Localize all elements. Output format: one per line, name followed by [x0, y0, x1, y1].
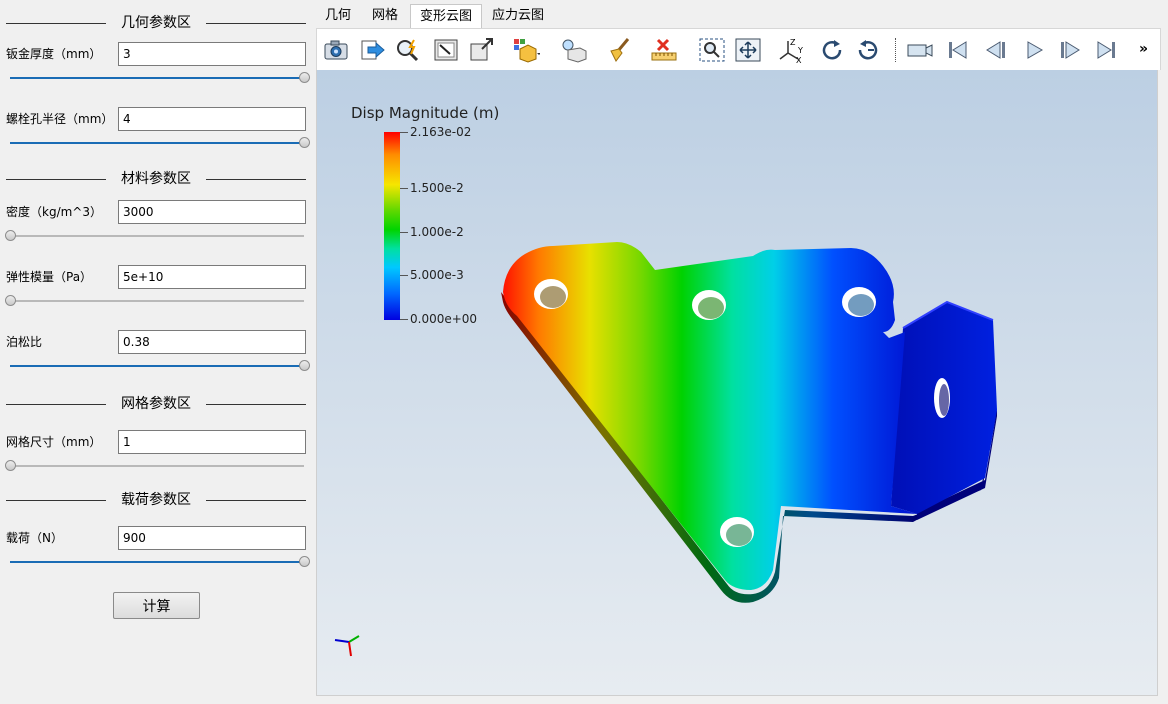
mesh-section-header: 网格参数区: [6, 396, 306, 412]
svg-text:Y: Y: [797, 46, 803, 55]
slider-handle[interactable]: [299, 556, 310, 567]
ruler-delete-icon[interactable]: [649, 36, 679, 64]
render-view-icon[interactable]: [511, 36, 541, 64]
viewer-toolbar: ZYX »: [316, 28, 1161, 70]
divider: [6, 23, 106, 24]
slider-handle[interactable]: [299, 137, 310, 148]
load-section-header: 载荷参数区: [6, 492, 306, 508]
divider: [206, 23, 306, 24]
load-label: 载荷（N）: [6, 531, 63, 545]
clear-icon[interactable]: [605, 36, 635, 64]
thickness-label: 钣金厚度（mm）: [6, 47, 102, 61]
record-icon[interactable]: [905, 36, 935, 64]
calculate-button[interactable]: 计算: [113, 592, 200, 619]
hole-radius-label: 螺栓孔半径（mm）: [6, 112, 114, 126]
app-window: 几何参数区 钣金厚度（mm） 螺栓孔半径（mm） 材料参数区 密度（kg/m^3…: [0, 0, 1168, 704]
section-title: 几何参数区: [121, 15, 191, 31]
slider-handle[interactable]: [5, 460, 16, 471]
divider: [6, 404, 106, 405]
reset-view-icon[interactable]: [431, 36, 461, 64]
parameter-panel: 几何参数区 钣金厚度（mm） 螺栓孔半径（mm） 材料参数区 密度（kg/m^3…: [0, 0, 312, 704]
poisson-slider[interactable]: [10, 359, 310, 373]
geometry-section-header: 几何参数区: [6, 15, 306, 31]
toolbar-separator: [895, 38, 896, 62]
modulus-slider[interactable]: [5, 294, 304, 308]
rotate-cw-icon[interactable]: [817, 36, 847, 64]
poisson-input[interactable]: [118, 330, 306, 354]
density-slider[interactable]: [5, 229, 304, 243]
play-icon[interactable]: [1019, 36, 1049, 64]
thickness-input[interactable]: [118, 42, 306, 66]
rotate-ccw-icon[interactable]: [853, 36, 883, 64]
poisson-label: 泊松比: [6, 335, 43, 349]
modulus-input[interactable]: [118, 265, 306, 289]
density-label: 密度（kg/m^3）: [6, 205, 102, 219]
material-section-header: 材料参数区: [6, 171, 306, 187]
mesh-size-input[interactable]: [118, 430, 306, 454]
deformed-bracket-model: [501, 242, 997, 603]
next-frame-icon[interactable]: [1055, 36, 1085, 64]
axes-orient-icon[interactable]: ZYX: [777, 36, 807, 64]
tab-mesh[interactable]: 网格: [362, 4, 408, 28]
hole-radius-slider[interactable]: [10, 136, 310, 150]
divider: [6, 179, 106, 180]
camera-icon[interactable]: [321, 36, 351, 64]
last-frame-icon[interactable]: [1091, 36, 1121, 64]
svg-text:X: X: [796, 56, 802, 63]
render-viewport[interactable]: Disp Magnitude (m) 2.163e-02 1.500e-2 1.…: [316, 70, 1158, 696]
query-icon[interactable]: [393, 36, 423, 64]
slider-handle[interactable]: [5, 295, 16, 306]
fit-view-icon[interactable]: [733, 36, 763, 64]
tab-stress[interactable]: 应力云图: [484, 4, 552, 28]
divider: [6, 500, 106, 501]
mesh-size-slider[interactable]: [5, 459, 304, 473]
load-slider[interactable]: [10, 555, 310, 569]
zoom-to-box-icon[interactable]: [467, 36, 497, 64]
toolbar-overflow-icon[interactable]: »: [1139, 41, 1148, 57]
slider-handle[interactable]: [299, 360, 310, 371]
export-icon[interactable]: [357, 36, 387, 64]
thickness-slider[interactable]: [10, 71, 310, 85]
density-input[interactable]: [118, 200, 306, 224]
section-title: 载荷参数区: [121, 492, 191, 508]
slider-handle[interactable]: [5, 230, 16, 241]
prev-frame-icon[interactable]: [981, 36, 1011, 64]
divider: [206, 500, 306, 501]
divider: [206, 179, 306, 180]
hole-radius-input[interactable]: [118, 107, 306, 131]
tab-geometry[interactable]: 几何: [316, 4, 360, 28]
modulus-label: 弹性模量（Pa）: [6, 270, 93, 284]
mesh-size-label: 网格尺寸（mm）: [6, 435, 102, 449]
section-title: 网格参数区: [121, 396, 191, 412]
orientation-axes-icon: [334, 635, 360, 657]
light-icon[interactable]: [559, 36, 589, 64]
zoom-select-icon[interactable]: [697, 36, 727, 64]
section-title: 材料参数区: [121, 171, 191, 187]
tab-deformation[interactable]: 变形云图: [410, 4, 482, 28]
divider: [206, 404, 306, 405]
load-input[interactable]: [118, 526, 306, 550]
slider-handle[interactable]: [299, 72, 310, 83]
first-frame-icon[interactable]: [943, 36, 973, 64]
svg-text:Z: Z: [790, 38, 796, 47]
